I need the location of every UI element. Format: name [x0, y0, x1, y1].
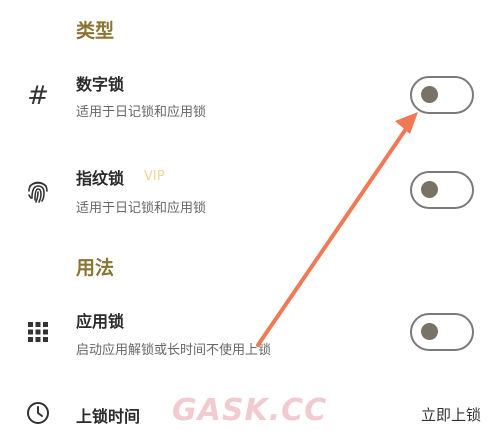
watermark-text: GASK.CC	[172, 393, 328, 428]
annotation-arrow	[256, 112, 418, 347]
